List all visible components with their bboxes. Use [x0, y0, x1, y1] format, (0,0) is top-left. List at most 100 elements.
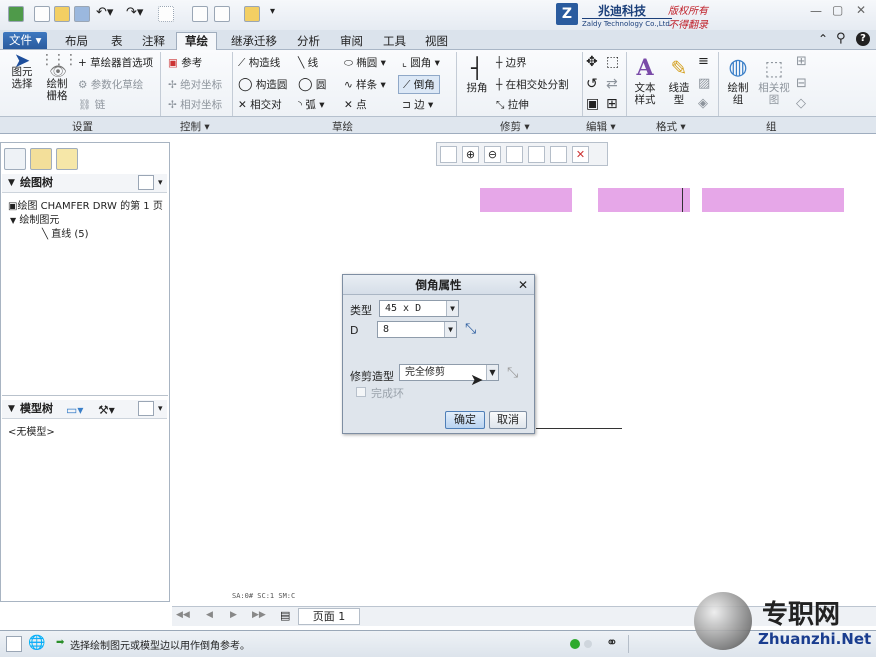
- line-button[interactable]: ╲ 线: [298, 55, 318, 70]
- move-icon[interactable]: ✥: [586, 54, 598, 70]
- ok-button[interactable]: 确定: [445, 411, 485, 429]
- relative-view-button[interactable]: ⬚ 相关视 图: [756, 54, 792, 106]
- ellipse-button[interactable]: ⬭ 椭圆 ▾: [344, 55, 386, 70]
- tab-layout[interactable]: 布局: [56, 32, 97, 50]
- refit-icon[interactable]: [440, 146, 457, 163]
- chamfer-button[interactable]: ⟋ 倒角: [398, 75, 440, 94]
- scale-icon[interactable]: ⬚: [606, 54, 619, 70]
- close-window-icon[interactable]: [244, 6, 260, 22]
- group-label-trim[interactable]: 修剪 ▾: [500, 119, 530, 134]
- hatch-icon[interactable]: ▨: [698, 76, 710, 91]
- flip-direction-icon[interactable]: ⤡: [465, 321, 476, 337]
- intersect-button[interactable]: ✕ 相交对: [238, 97, 282, 112]
- customize-qat-icon[interactable]: ▾: [270, 6, 275, 17]
- folder-tab-icon[interactable]: [30, 148, 52, 170]
- navigator-toggle-icon[interactable]: [6, 636, 22, 652]
- minimize-icon[interactable]: —: [810, 4, 822, 18]
- last-page-icon[interactable]: ▶▶: [252, 610, 266, 620]
- boundary-button[interactable]: ┼ 边界: [496, 55, 527, 70]
- tab-annotate[interactable]: 注释: [133, 32, 174, 50]
- collapse-ribbon-icon[interactable]: ⌃: [818, 32, 828, 46]
- reference-button[interactable]: ▣ 参考: [168, 55, 202, 70]
- edge-button[interactable]: ⊐ 边 ▾: [402, 97, 433, 112]
- select-box-icon[interactable]: [158, 6, 174, 22]
- spline-button[interactable]: ∿ 样条 ▾: [344, 77, 386, 92]
- tab-analysis[interactable]: 分析: [288, 32, 329, 50]
- line-style-button[interactable]: ✎ 线造 型: [664, 54, 694, 106]
- browser-toggle-icon[interactable]: 🌐: [28, 635, 45, 651]
- group-add-icon[interactable]: ⊞: [796, 54, 807, 69]
- dialog-close-icon[interactable]: ✕: [518, 278, 528, 292]
- tab-review[interactable]: 审阅: [331, 32, 372, 50]
- tools-icon[interactable]: ⚒▾: [98, 401, 115, 419]
- datum-display-icon[interactable]: [550, 146, 567, 163]
- page-tab[interactable]: 页面 1: [298, 608, 360, 625]
- line-format-icon[interactable]: ≡: [698, 54, 709, 69]
- close-icon[interactable]: ✕: [856, 3, 866, 17]
- rotate-icon[interactable]: ↺: [586, 76, 598, 92]
- new-icon[interactable]: [34, 6, 50, 22]
- model-display-icon[interactable]: ▭▾: [66, 401, 83, 419]
- group-label-sketch[interactable]: 草绘: [332, 119, 353, 134]
- save-icon[interactable]: [74, 6, 90, 22]
- tab-tools[interactable]: 工具: [374, 32, 415, 50]
- tree-lines[interactable]: ╲ 直线 (5): [42, 225, 89, 240]
- arc-button[interactable]: ◝ 弧 ▾: [298, 97, 325, 112]
- construction-line-button[interactable]: ⟋ 构造线: [238, 55, 280, 70]
- chevron-down-icon[interactable]: ▾: [158, 400, 163, 418]
- text-style-button[interactable]: A 文本 样式: [630, 54, 660, 106]
- tab-table[interactable]: 表: [102, 32, 132, 50]
- annotation-display-icon[interactable]: ✕: [572, 146, 589, 163]
- fillet-button[interactable]: ⌞ 圆角 ▾: [402, 55, 440, 70]
- tab-view[interactable]: 视图: [416, 32, 457, 50]
- favorites-tab-icon[interactable]: [56, 148, 78, 170]
- select-button[interactable]: ➤ 图元 选择: [6, 50, 38, 90]
- absolute-coord-button[interactable]: ✢ 绝对坐标: [168, 77, 222, 92]
- windows-icon[interactable]: [214, 6, 230, 22]
- mirror-icon[interactable]: ⇄: [606, 76, 618, 92]
- redo-icon[interactable]: ↷▾: [126, 5, 143, 20]
- d-value-input[interactable]: 8 ▼: [377, 321, 457, 338]
- draw-group-button[interactable]: ◍ 绘制 组: [722, 54, 754, 106]
- group-label-control[interactable]: 控制 ▾: [180, 119, 210, 134]
- first-page-icon[interactable]: ◀◀: [176, 610, 190, 620]
- help-icon[interactable]: ?: [856, 32, 870, 46]
- sketch-line[interactable]: [682, 188, 683, 212]
- group-edit-icon[interactable]: ▣: [586, 96, 599, 112]
- undo-icon[interactable]: ↶▾: [96, 5, 113, 20]
- tree-settings-icon[interactable]: [138, 401, 154, 416]
- construction-circle-button[interactable]: ◯ 构造圆: [238, 77, 287, 92]
- group-label-group[interactable]: 组: [766, 119, 777, 134]
- complete-loop-checkbox[interactable]: [356, 387, 366, 397]
- trim-flip-icon[interactable]: ⤡: [507, 365, 518, 381]
- tree-sketched-items[interactable]: ▼ 绘制图元: [10, 211, 59, 226]
- maximize-icon[interactable]: ▢: [832, 3, 843, 17]
- tab-file[interactable]: 文件 ▾: [3, 32, 47, 49]
- translate-icon[interactable]: ⊞: [606, 96, 618, 112]
- tree-settings-icon[interactable]: [138, 175, 154, 190]
- tab-sketch[interactable]: 草绘: [176, 32, 217, 50]
- prev-page-icon[interactable]: ◀: [206, 610, 213, 620]
- format-painter-icon[interactable]: ◈: [698, 96, 708, 111]
- corner-button[interactable]: ┤ 拐角: [462, 54, 492, 94]
- collapse-icon[interactable]: ▼: [8, 400, 15, 418]
- new-page-icon[interactable]: ▤: [280, 609, 290, 622]
- group-remove-icon[interactable]: ⊟: [796, 76, 807, 91]
- tab-legacy-migration[interactable]: 继承迁移: [222, 32, 286, 50]
- group-explode-icon[interactable]: ◇: [796, 96, 806, 111]
- tree-root[interactable]: ▣绘图 CHAMFER DRW 的第 1 页: [8, 197, 163, 212]
- chevron-down-icon[interactable]: ▾: [158, 174, 163, 192]
- circle-button[interactable]: ◯ 圆: [298, 77, 326, 92]
- find-icon[interactable]: ⚭: [606, 635, 618, 651]
- regenerate-icon[interactable]: [192, 6, 208, 22]
- sketch-line[interactable]: [536, 428, 622, 429]
- chain-button[interactable]: ⛓ 链: [78, 97, 105, 112]
- panel-divider[interactable]: [2, 395, 168, 396]
- cancel-button[interactable]: 取消: [489, 411, 527, 429]
- zoom-out-icon[interactable]: ⊖: [484, 146, 501, 163]
- collapse-icon[interactable]: ▼: [8, 174, 15, 192]
- open-icon[interactable]: [54, 6, 70, 22]
- type-select[interactable]: 45 x D ▼: [379, 300, 459, 317]
- next-page-icon[interactable]: ▶: [230, 610, 237, 620]
- relative-coord-button[interactable]: ✢ 相对坐标: [168, 97, 222, 112]
